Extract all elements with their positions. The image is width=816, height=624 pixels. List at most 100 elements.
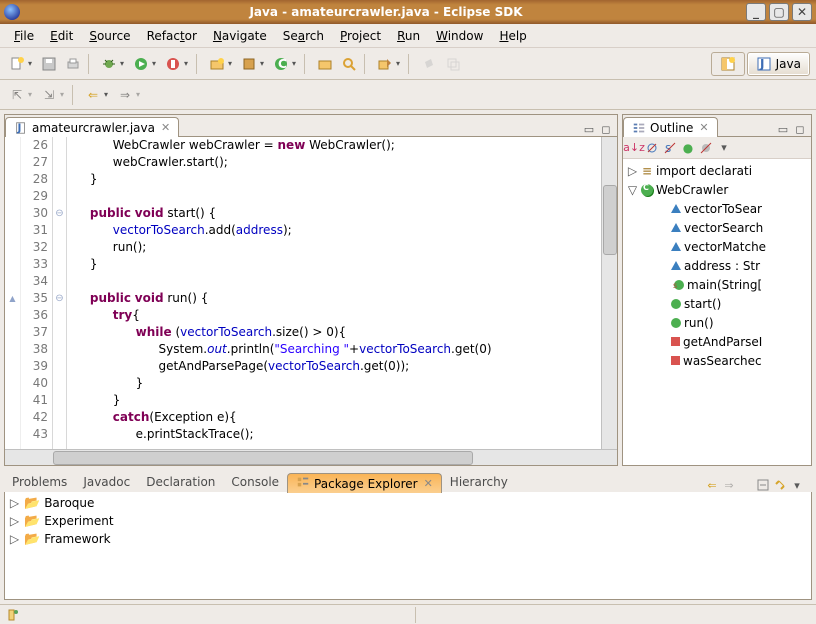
app-icon xyxy=(4,4,20,20)
external-tools-dropdown[interactable]: ▾ xyxy=(184,59,192,68)
menu-edit[interactable]: Edit xyxy=(42,26,81,46)
editor-tab-label: amateurcrawler.java xyxy=(32,121,155,135)
open-type-button[interactable] xyxy=(314,53,336,75)
outline-item[interactable]: vectorMatche xyxy=(625,237,809,256)
hide-local-icon[interactable] xyxy=(699,141,713,155)
editor-vertical-scrollbar[interactable] xyxy=(601,137,617,449)
perspective-label: Java xyxy=(776,57,801,71)
outline-item[interactable]: start() xyxy=(625,294,809,313)
editor-tab-close[interactable]: ✕ xyxy=(161,121,170,134)
restore-button[interactable] xyxy=(442,53,464,75)
pin-button[interactable] xyxy=(418,53,440,75)
tab-problems[interactable]: Problems xyxy=(4,472,75,492)
outline-toolbar: a↓z s ● ▾ xyxy=(623,137,811,159)
new-dropdown[interactable]: ▾ xyxy=(28,59,36,68)
outline-tree[interactable]: ▷import declarati▽WebCrawlervectorToSear… xyxy=(623,159,811,465)
editor-view: J amateurcrawler.java ✕ ▭ ◻ 262728293031… xyxy=(4,114,618,466)
pkg-forward-icon[interactable]: ⇒ xyxy=(722,478,736,492)
perspective-java[interactable]: J Java xyxy=(747,52,810,76)
sort-icon[interactable]: a↓z xyxy=(627,141,641,155)
hide-fields-icon[interactable] xyxy=(645,141,659,155)
new-button[interactable] xyxy=(6,53,28,75)
svg-text:J: J xyxy=(17,122,22,134)
window-minimize-button[interactable]: _ xyxy=(746,3,766,21)
print-button[interactable] xyxy=(62,53,84,75)
outline-item[interactable]: ▽WebCrawler xyxy=(625,180,809,199)
window-titlebar: Java - amateurcrawler.java - Eclipse SDK… xyxy=(0,0,816,24)
nav-prev-button[interactable]: ⇱ xyxy=(6,84,28,106)
package-project[interactable]: ▷📂Baroque xyxy=(9,494,807,512)
java-file-icon: J xyxy=(14,121,28,135)
forward-button[interactable]: ⇒ xyxy=(114,84,136,106)
search-button[interactable] xyxy=(338,53,360,75)
outline-item[interactable]: vectorSearch xyxy=(625,218,809,237)
menu-refactor[interactable]: Refactor xyxy=(139,26,205,46)
package-project[interactable]: ▷📂Experiment xyxy=(9,512,807,530)
menu-project[interactable]: Project xyxy=(332,26,389,46)
outline-tab[interactable]: Outline ✕ xyxy=(623,117,718,137)
editor-minimize-icon[interactable]: ▭ xyxy=(582,122,596,136)
external-tools-button[interactable] xyxy=(162,53,184,75)
outline-item[interactable]: ▷import declarati xyxy=(625,161,809,180)
tab-close[interactable]: ✕ xyxy=(424,477,433,490)
pkg-back-icon[interactable]: ⇐ xyxy=(705,478,719,492)
open-perspective-button[interactable] xyxy=(711,52,745,76)
outline-maximize-icon[interactable]: ◻ xyxy=(793,122,807,136)
run-dropdown[interactable]: ▾ xyxy=(152,59,160,68)
bottom-tabs: ProblemsJavadocDeclarationConsolePackage… xyxy=(4,470,812,492)
outline-menu-icon[interactable]: ▾ xyxy=(717,141,731,155)
outline-item[interactable]: vectorToSear xyxy=(625,199,809,218)
svg-text:J: J xyxy=(759,57,764,71)
nav-next-button[interactable]: ⇲ xyxy=(38,84,60,106)
hide-nonpublic-icon[interactable]: ● xyxy=(681,141,695,155)
menu-navigate[interactable]: Navigate xyxy=(205,26,275,46)
debug-dropdown[interactable]: ▾ xyxy=(120,59,128,68)
outline-icon xyxy=(632,121,646,135)
menu-help[interactable]: Help xyxy=(491,26,534,46)
outline-minimize-icon[interactable]: ▭ xyxy=(776,122,790,136)
toggle-mark-button[interactable] xyxy=(374,53,396,75)
package-project[interactable]: ▷📂Framework xyxy=(9,530,807,548)
tab-hierarchy[interactable]: Hierarchy xyxy=(442,472,516,492)
pkg-collapse-icon[interactable] xyxy=(756,478,770,492)
pkg-menu-icon[interactable]: ▾ xyxy=(790,478,804,492)
menu-search[interactable]: Search xyxy=(275,26,332,46)
menu-run[interactable]: Run xyxy=(389,26,428,46)
outline-item[interactable]: main(String[ xyxy=(625,275,809,294)
hide-static-icon[interactable]: s xyxy=(663,141,677,155)
toolbar-main: ▾ ▾ ▾ ▾ ▾ ▾ C ▾ ▾ JJava xyxy=(0,48,816,80)
menu-file[interactable]: File xyxy=(6,26,42,46)
new-java-project-button[interactable] xyxy=(206,53,228,75)
back-button[interactable]: ⇐ xyxy=(82,84,104,106)
window-title: Java - amateurcrawler.java - Eclipse SDK xyxy=(26,5,746,19)
save-button[interactable] xyxy=(38,53,60,75)
tab-declaration[interactable]: Declaration xyxy=(138,472,223,492)
pkg-link-icon[interactable] xyxy=(773,478,787,492)
outline-title: Outline xyxy=(650,121,693,135)
new-class-button[interactable]: C xyxy=(270,53,292,75)
run-button[interactable] xyxy=(130,53,152,75)
outline-item[interactable]: wasSearchec xyxy=(625,351,809,370)
outline-item[interactable]: getAndParseI xyxy=(625,332,809,351)
outline-item[interactable]: run() xyxy=(625,313,809,332)
toolbar-nav: ⇱▾ ⇲▾ ⇐▾ ⇒▾ xyxy=(0,80,816,110)
outline-close[interactable]: ✕ xyxy=(699,121,708,134)
editor-horizontal-scrollbar[interactable] xyxy=(5,449,617,465)
new-package-button[interactable] xyxy=(238,53,260,75)
package-explorer-tree[interactable]: ▷📂Baroque▷📂Experiment▷📂Framework xyxy=(4,492,812,600)
code-editor[interactable]: 262728293031323334353637383940414243 Web… xyxy=(5,137,617,449)
tab-console[interactable]: Console xyxy=(223,472,287,492)
tab-javadoc[interactable]: Javadoc xyxy=(75,472,138,492)
debug-button[interactable] xyxy=(98,53,120,75)
menu-window[interactable]: Window xyxy=(428,26,491,46)
window-maximize-button[interactable]: ▢ xyxy=(769,3,789,21)
status-icon xyxy=(6,608,20,622)
window-close-button[interactable]: ✕ xyxy=(792,3,812,21)
outline-item[interactable]: address : Str xyxy=(625,256,809,275)
tab-pkg[interactable]: Package Explorer✕ xyxy=(287,473,442,493)
editor-tab[interactable]: J amateurcrawler.java ✕ xyxy=(5,117,179,137)
editor-maximize-icon[interactable]: ◻ xyxy=(599,122,613,136)
statusbar xyxy=(0,604,816,624)
menu-source[interactable]: Source xyxy=(81,26,138,46)
menubar: File Edit Source Refactor Navigate Searc… xyxy=(0,24,816,48)
